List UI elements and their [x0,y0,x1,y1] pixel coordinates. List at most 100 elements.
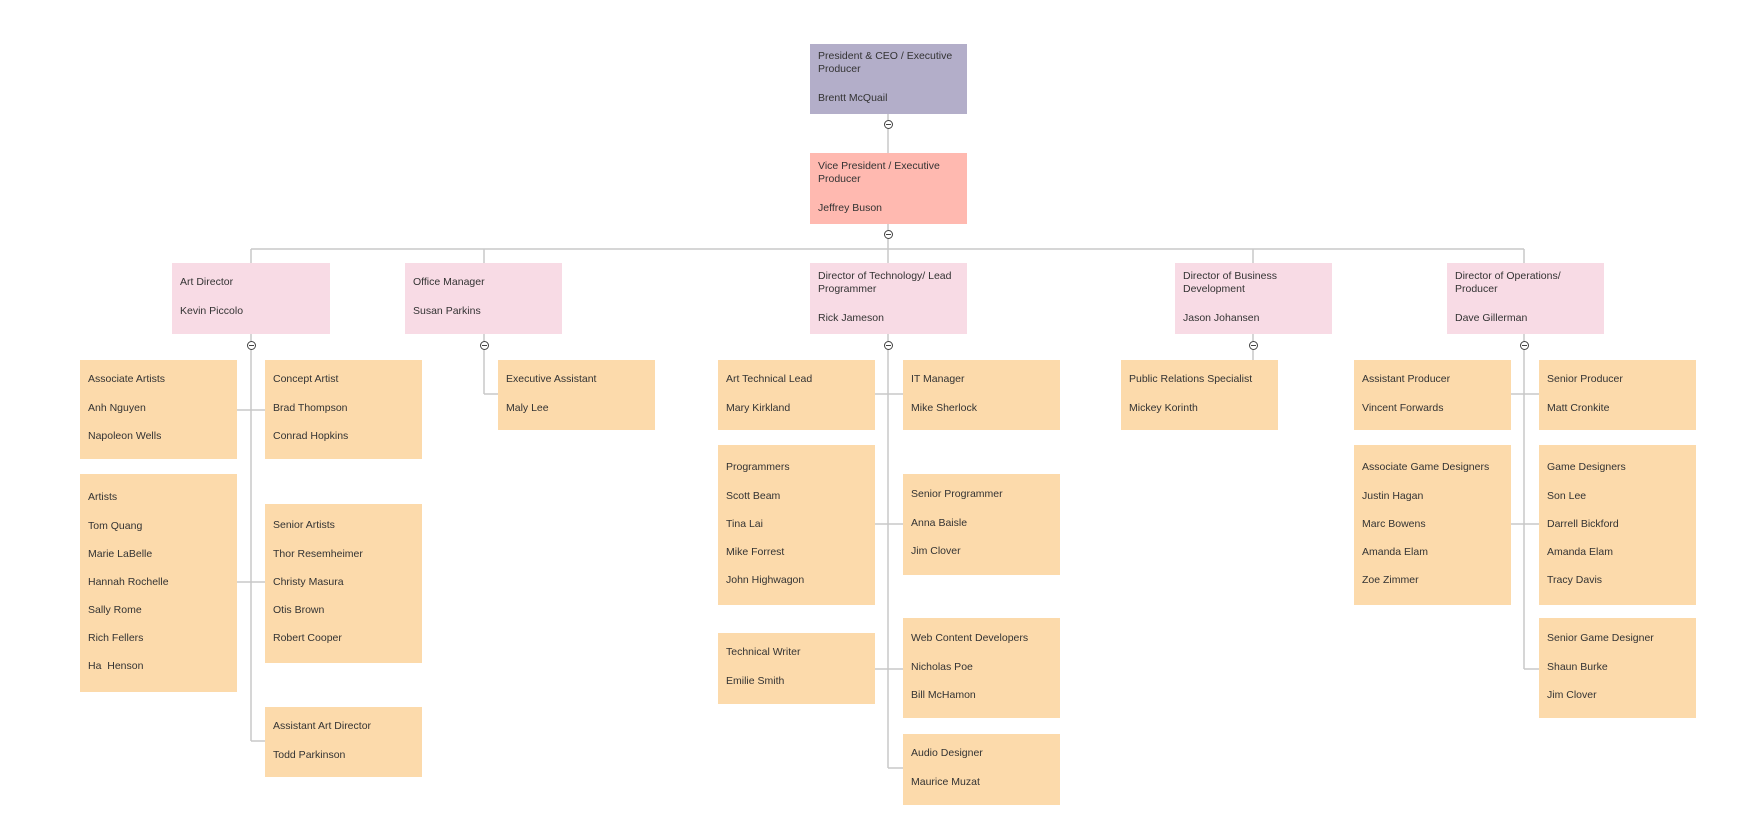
node-title: Artists [88,490,118,503]
org-node-asst-producer[interactable]: Assistant Producer Vincent Forwards [1354,360,1511,430]
node-person-name: Brad Thompson [273,402,348,414]
node-person-name: Amanda Elam [1362,545,1428,558]
node-person-name: Mary Kirkland [726,401,791,414]
collapse-tech-minus-circle-icon[interactable] [883,340,893,350]
node-person-name: Jeffrey Buson [818,201,883,214]
node-person-name: Vincent Forwards [1362,401,1444,414]
node-person-name: Shaun Burke [1547,660,1608,673]
node-title: Game Designers [1547,460,1626,473]
org-node-tech[interactable]: Director of Technology/ Lead Programmer R… [810,263,967,334]
org-node-assoc-artists[interactable]: Associate Artists Anh Nguyen Napoleon Well… [80,360,237,459]
node-title: Assistant Art Director [273,719,372,732]
collapse-vp-minus-circle-icon[interactable] [883,229,893,239]
node-title: Senior Producer [1547,372,1623,385]
node-person-name: Christy Masura [273,576,344,588]
node-person-name: Kevin Piccolo [180,305,244,317]
org-node-biz[interactable]: Director of Business Development Jason Jo… [1175,263,1332,334]
node-person-name: Darrell Bickford [1547,517,1619,530]
node-person-name: Thor Resemheimer [273,548,363,560]
node-person-name: Rich Fellers [88,631,144,644]
node-person-name: Napoleon Wells [88,430,162,442]
node-title: Audio Designer [911,747,983,759]
org-node-game-designers[interactable]: Game Designers Son Lee Darrell Bickford Ama… [1539,445,1696,605]
collapse-art-minus-circle-icon[interactable] [246,340,256,350]
node-person-name: Brentt McQuail [818,92,888,104]
node-person-name: Susan Parkins [413,305,481,317]
org-node-ceo[interactable]: President & CEO / Executive Producer Bren… [810,44,967,114]
node-person-name: Maly Lee [506,401,549,414]
node-person-name: Tina Lai [726,517,763,530]
org-node-it-manager[interactable]: IT Manager Mike Sherlock [903,360,1060,430]
node-person-name: Matt Cronkite [1547,401,1610,414]
org-node-senior-producer[interactable]: Senior Producer Matt Cronkite [1539,360,1696,430]
node-title: Technical Writer [726,646,801,658]
node-title: Vice President / Executive Producer [818,159,940,185]
collapse-ops-minus-circle-icon[interactable] [1519,340,1529,350]
node-title: Concept Artist [273,373,339,385]
node-person-name: Emilie Smith [726,675,785,687]
node-title: Senior Game Designer [1547,631,1654,644]
node-person-name: Maurice Muzat [911,776,980,788]
org-node-art-tech-lead[interactable]: Art Technical Lead Mary Kirkland [718,360,875,430]
node-person-name: Sally Rome [88,603,142,616]
node-person-name: Conrad Hopkins [273,430,349,442]
node-title: Office Manager [413,276,485,288]
node-person-name: Mike Sherlock [911,401,977,414]
org-node-office[interactable]: Office Manager Susan Parkins [405,263,562,334]
node-person-name: Todd Parkinson [273,748,346,761]
node-person-name: Anh Nguyen [88,402,146,414]
node-title: Web Content Developers [911,631,1029,644]
node-person-name: Tom Quang [88,519,143,532]
node-title: Director of Technology/ Lead Programmer [818,269,952,295]
node-title: Art Director [180,276,234,288]
org-node-web-content[interactable]: Web Content Developers Nicholas Poe Bill M… [903,618,1060,718]
org-node-exec-assistant[interactable]: Executive Assistant Maly Lee [498,360,655,430]
org-node-artists[interactable]: Artists Tom Quang Marie LaBelle Hannah Roch… [80,474,237,692]
org-node-assoc-game-designers[interactable]: Associate Game Designers Justin Hagan Marc… [1354,445,1511,605]
node-person-name: Jim Clover [911,545,961,557]
collapse-office-minus-circle-icon[interactable] [479,340,489,350]
org-node-audio-designer[interactable]: Audio Designer Maurice Muzat [903,734,1060,805]
org-node-asst-art-director[interactable]: Assistant Art Director Todd Parkinson [265,707,422,777]
org-node-tech-writer[interactable]: Technical Writer Emilie Smith [718,633,875,704]
node-title: Public Relations Specialist [1129,372,1253,385]
org-node-pr-specialist[interactable]: Public Relations Specialist Mickey Korint… [1121,360,1278,430]
node-person-name: Jim Clover [1547,688,1597,701]
org-node-senior-game-designer[interactable]: Senior Game Designer Shaun Burke Jim Clove… [1539,618,1696,718]
node-person-name: Otis Brown [273,604,325,616]
org-node-senior-programmer[interactable]: Senior Programmer Anna Baisle Jim Clover [903,474,1060,575]
node-person-name: Anna Baisle [911,517,968,529]
node-person-name: Justin Hagan [1362,489,1424,502]
node-person-name: Bill McHamon [911,688,976,701]
org-node-art[interactable]: Art Director Kevin Piccolo [172,263,330,334]
node-person-name: Jason Johansen [1183,311,1260,324]
node-title: President & CEO / Executive Producer [818,50,953,75]
node-title: Executive Assistant [506,372,597,385]
org-node-programmers[interactable]: Programmers Scott Beam Tina Lai Mike Forres… [718,445,875,605]
collapse-ceo-minus-circle-icon[interactable] [883,119,893,129]
node-person-name: Tracy Davis [1547,573,1603,586]
node-person-name: Hannah Rochelle [88,575,169,588]
org-node-concept-artist[interactable]: Concept Artist Brad Thompson Conrad Hopkin… [265,360,422,459]
node-person-name: Scott Beam [726,489,781,502]
node-person-name: Zoe Zimmer [1362,573,1419,586]
org-node-ops[interactable]: Director of Operations/ Producer Dave Gil… [1447,263,1604,334]
node-title: Director of Business Development [1183,269,1277,295]
node-title: Senior Artists [273,519,335,531]
node-person-name: Marie LaBelle [88,547,153,560]
node-person-name: Rick Jameson [818,311,884,324]
collapse-biz-minus-circle-icon[interactable] [1248,340,1258,350]
org-node-vp[interactable]: Vice President / Executive Producer Jeffr… [810,153,967,224]
node-person-name: Mickey Korinth [1129,401,1198,414]
node-person-name: Marc Bowens [1362,517,1426,530]
node-person-name: Robert Cooper [273,632,342,644]
node-title: Associate Artists [88,373,166,385]
node-title: Programmers [726,460,790,473]
node-title: Senior Programmer [911,488,1003,500]
node-person-name: Dave Gillerman [1455,311,1528,324]
node-person-name: Son Lee [1547,489,1587,502]
node-person-name: Mike Forrest [726,545,785,558]
node-title: Art Technical Lead [726,372,813,385]
node-title: Associate Game Designers [1362,460,1490,473]
org-node-senior-artists[interactable]: Senior Artists Thor Resemheimer Christy Ma… [265,504,422,663]
